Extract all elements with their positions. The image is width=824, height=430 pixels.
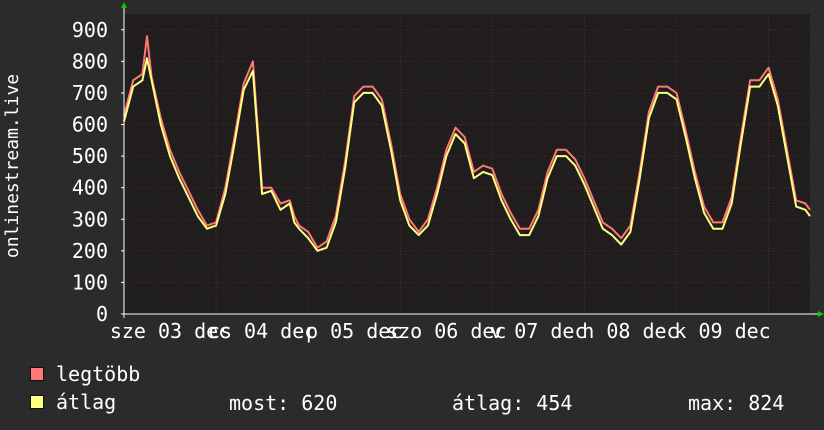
- x-tick-label: v 07 dec: [490, 319, 586, 343]
- x-tick-label: szo 06 dec: [386, 319, 506, 343]
- x-tick-label: h 08 dec: [582, 319, 678, 343]
- y-tick-label: 900: [72, 18, 108, 42]
- x-axis-arrow: [818, 311, 824, 317]
- x-tick-label: cs 04 dec: [208, 319, 316, 343]
- x-tick-labels: sze 03 deccs 04 decp 05 decszo 06 decv 0…: [110, 319, 771, 343]
- y-tick-label: 600: [72, 113, 108, 137]
- y-axis-label: onlinestream.live: [2, 74, 23, 258]
- y-tick-labels: 0 100 200 300 400 500 600 700 800 900: [72, 18, 108, 326]
- y-tick-label: 700: [72, 81, 108, 105]
- y-tick-label: 0: [96, 302, 108, 326]
- x-tick-label: k 09 dec: [674, 319, 770, 343]
- y-tick-label: 800: [72, 49, 108, 73]
- chart: onlinestream.live 0 100 200 300 400 500 600 700…: [2, 2, 824, 343]
- y-tick-label: 500: [72, 144, 108, 168]
- y-tick-label: 400: [72, 176, 108, 200]
- y-tick-label: 200: [72, 239, 108, 263]
- y-tick-label: 300: [72, 207, 108, 231]
- y-axis-arrow: [121, 2, 127, 8]
- y-tick-label: 100: [72, 270, 108, 294]
